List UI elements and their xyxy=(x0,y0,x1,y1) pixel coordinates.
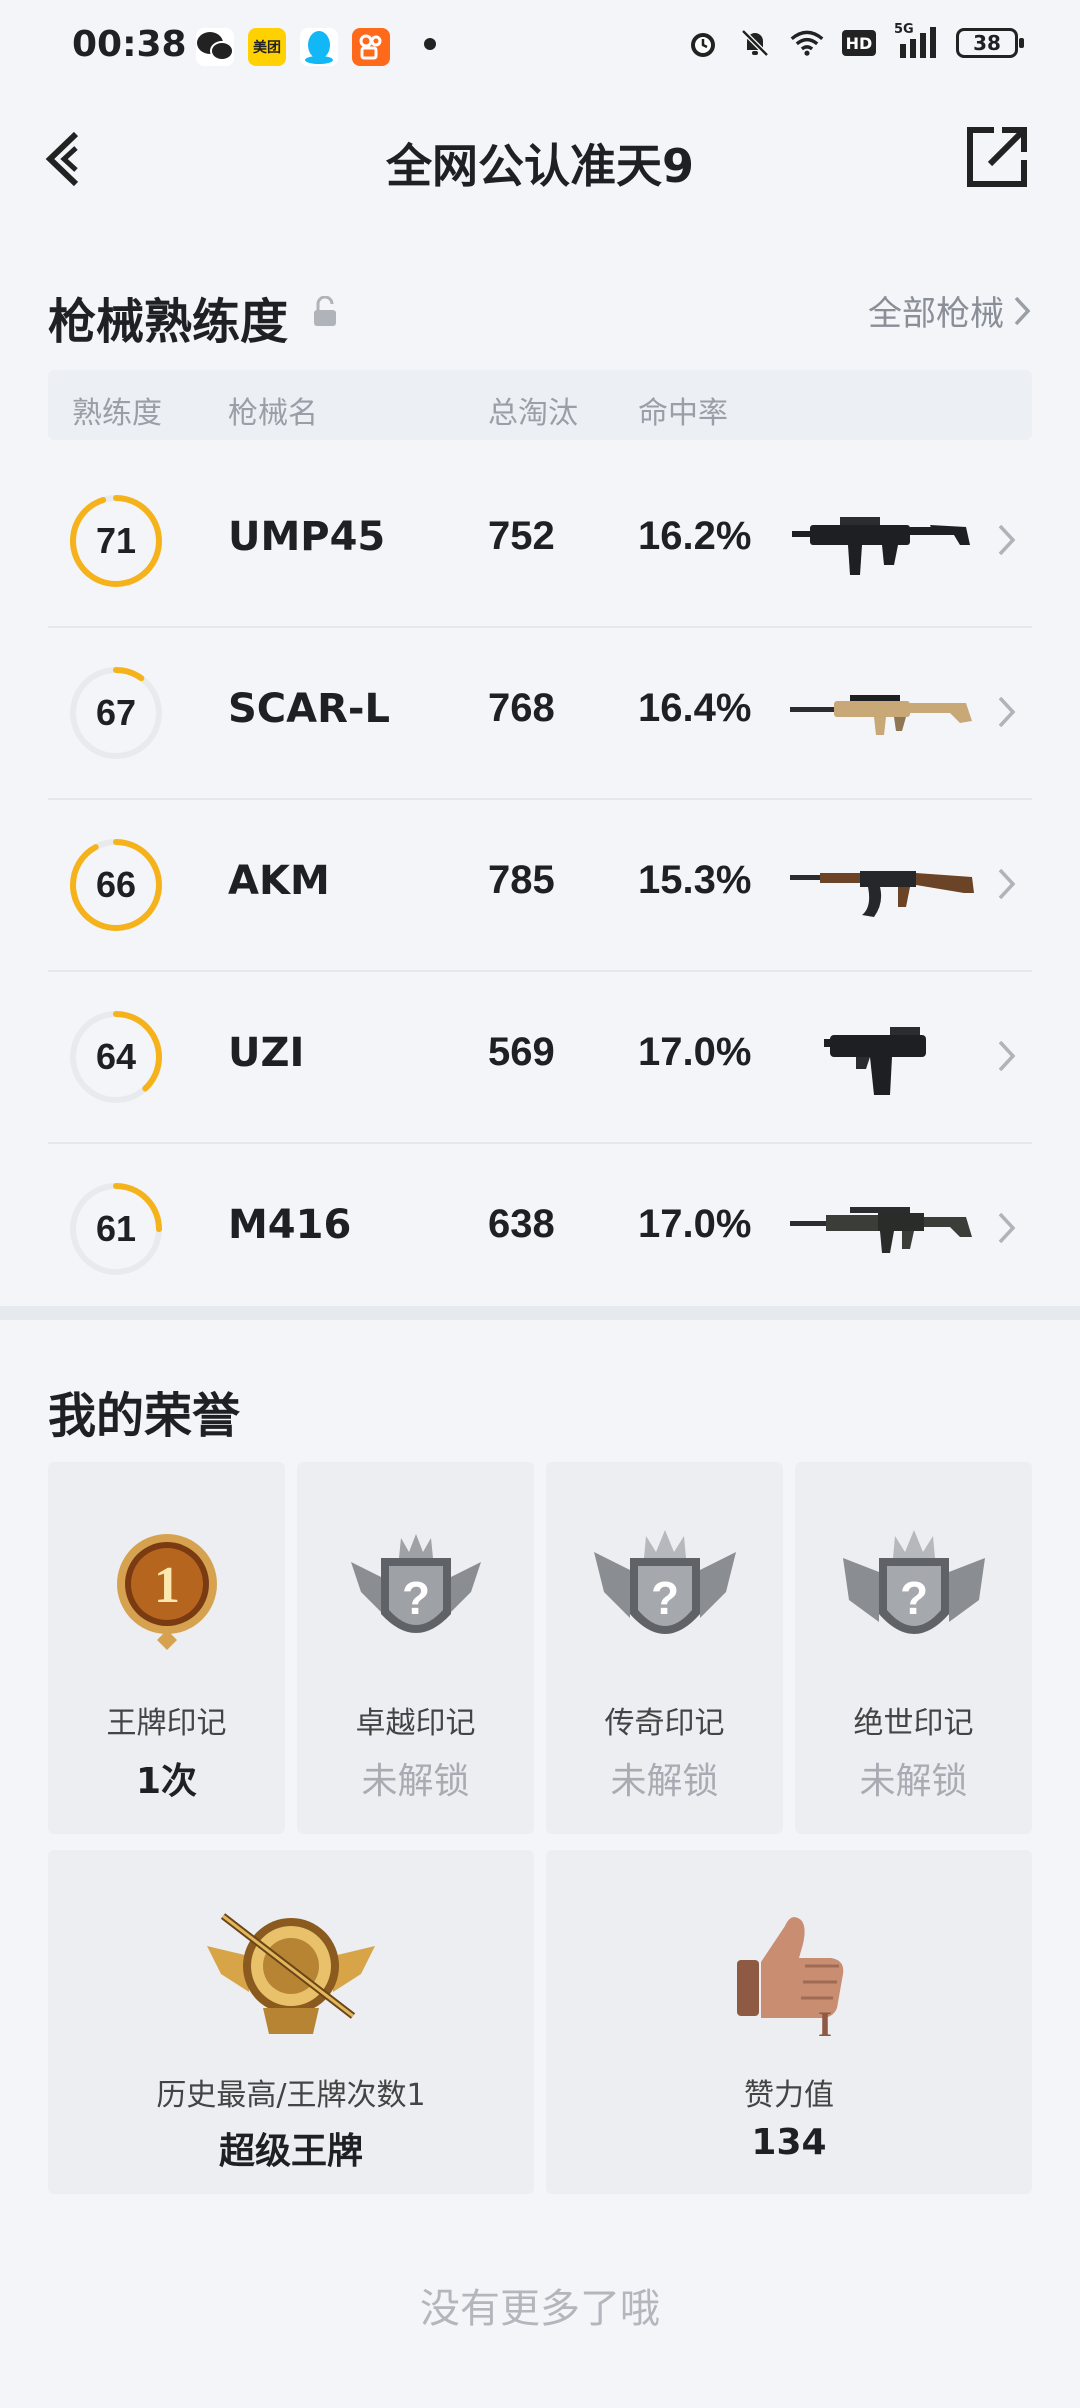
svg-text:1: 1 xyxy=(154,1557,180,1614)
share-button[interactable] xyxy=(962,122,1032,192)
super-ace-emblem-icon xyxy=(207,1913,375,2034)
proficiency-value: 61 xyxy=(95,1208,137,1249)
stat-card-likes[interactable]: I 赞力值 134 xyxy=(546,1850,1032,2194)
weapon-table-header: 熟练度 枪械名 总淘汰 命中率 xyxy=(48,370,1032,440)
all-weapons-link[interactable]: 全部枪械 xyxy=(868,286,1032,335)
col-kills: 总淘汰 xyxy=(488,396,578,431)
weapon-name: UMP45 xyxy=(228,514,386,560)
thumbs-up-icon: I xyxy=(737,1917,844,2044)
weapon-hit-rate: 17.0% xyxy=(638,1202,752,1246)
status-time: 00:38 xyxy=(72,24,187,65)
weapon-row-ump45[interactable]: 71 UMP45 752 16.2% xyxy=(48,456,1032,628)
mute-icon xyxy=(738,26,772,60)
honor-name: 传奇印记 xyxy=(604,1706,725,1741)
honor-card-peerless[interactable]: ? 绝世印记 未解锁 xyxy=(795,1462,1032,1834)
proficiency-value: 64 xyxy=(95,1036,137,1077)
stat-value: 134 xyxy=(751,2122,827,2163)
stat-card-highest-tier[interactable]: 历史最高/王牌次数1 超级王牌 xyxy=(48,1850,534,2194)
app-header: 全网公认准天9 xyxy=(0,96,1080,220)
all-weapons-label: 全部枪械 xyxy=(868,294,1004,334)
status-icons: HD 5G 38 xyxy=(686,22,1024,60)
honor-value: 未解锁 xyxy=(610,1761,719,1802)
proficiency-value: 71 xyxy=(95,520,137,561)
honor-stats: 历史最高/王牌次数1 超级王牌 I 赞力值 134 xyxy=(48,1850,1032,2194)
status-bar: 00:38 美团 HD 5G 38 xyxy=(0,0,1080,96)
page-title: 全网公认准天9 xyxy=(385,139,694,193)
signal-icon: 5G xyxy=(894,22,938,60)
weapon-row-scar-l[interactable]: 67 SCAR-L 768 16.4% xyxy=(48,628,1032,800)
chevron-right-icon xyxy=(1014,296,1031,325)
weapon-row-uzi[interactable]: 64 UZI 569 17.0% xyxy=(48,972,1032,1144)
rifle-scar-l-icon xyxy=(790,695,972,735)
smg-ump45-icon xyxy=(792,517,970,575)
weapon-kills: 785 xyxy=(488,858,555,902)
section-divider xyxy=(0,1306,1080,1320)
weapon-name: UZI xyxy=(228,1030,305,1076)
battery-indicator: 38 xyxy=(956,28,1024,58)
weapon-kills: 569 xyxy=(488,1030,555,1074)
svg-text:?: ? xyxy=(401,1572,429,1624)
notification-dot xyxy=(424,38,436,50)
chevron-right-icon xyxy=(998,1212,1016,1244)
svg-text:?: ? xyxy=(899,1572,927,1624)
honor-value: 未解锁 xyxy=(361,1761,470,1802)
honors-section-title: 我的荣誉 xyxy=(48,1388,241,1444)
smg-uzi-icon xyxy=(824,1027,926,1095)
weapon-name: M416 xyxy=(228,1202,352,1248)
chevron-right-icon xyxy=(998,524,1016,556)
col-hit-rate: 命中率 xyxy=(638,396,728,431)
honor-card-excellence[interactable]: ? 卓越印记 未解锁 xyxy=(297,1462,534,1834)
honor-card-legend[interactable]: ? 传奇印记 未解锁 xyxy=(546,1462,783,1834)
col-proficiency: 熟练度 xyxy=(72,396,162,431)
no-more-footer: 没有更多了哦 xyxy=(420,2286,660,2332)
alarm-icon xyxy=(686,26,720,60)
honor-name: 绝世印记 xyxy=(853,1706,974,1741)
locked-shield-icon: ? xyxy=(842,1530,985,1634)
hd-icon: HD xyxy=(842,30,876,56)
honor-name: 王牌印记 xyxy=(106,1706,227,1741)
wechat-icon xyxy=(196,28,234,66)
weapon-kills: 768 xyxy=(488,686,555,730)
stat-label: 赞力值 xyxy=(744,2078,834,2113)
weapon-hit-rate: 16.2% xyxy=(638,514,752,558)
weapon-hit-rate: 16.4% xyxy=(638,686,752,730)
stat-value: 超级王牌 xyxy=(218,2131,363,2172)
svg-text:I: I xyxy=(818,2004,832,2044)
weapon-name: AKM xyxy=(228,858,330,904)
weapon-list: 71 UMP45 752 16.2% 67 SCAR-L 768 16.4% 6… xyxy=(48,456,1032,1314)
honor-marks: 1 王牌印记 1次 ? 卓越印记 未解锁 ? 传奇印记 未解锁 ? 绝世印记 未… xyxy=(48,1462,1032,1834)
weapon-row-akm[interactable]: 66 AKM 785 15.3% xyxy=(48,800,1032,972)
honor-value: 1次 xyxy=(135,1761,198,1802)
kuaishou-icon xyxy=(352,28,390,66)
weapon-hit-rate: 17.0% xyxy=(638,1030,752,1074)
qq-icon xyxy=(300,28,338,66)
weapon-name: SCAR-L xyxy=(228,686,391,732)
weapon-kills: 752 xyxy=(488,514,555,558)
ace-medal-icon: 1 xyxy=(116,1534,217,1650)
col-name: 枪械名 xyxy=(228,396,318,431)
chevron-right-icon xyxy=(998,1040,1016,1072)
rifle-m416-icon xyxy=(790,1207,972,1253)
rifle-akm-icon xyxy=(790,871,974,917)
locked-shield-icon: ? xyxy=(593,1530,736,1634)
svg-text:?: ? xyxy=(650,1572,678,1624)
chevron-right-icon xyxy=(998,696,1016,728)
honor-name: 卓越印记 xyxy=(355,1706,476,1741)
locked-shield-icon: ? xyxy=(350,1534,481,1633)
chevron-right-icon xyxy=(998,868,1016,900)
wifi-icon xyxy=(790,26,824,60)
weapon-kills: 638 xyxy=(488,1202,555,1246)
honor-card-ace[interactable]: 1 王牌印记 1次 xyxy=(48,1462,285,1834)
stat-label: 历史最高/王牌次数1 xyxy=(156,2078,426,2113)
proficiency-value: 66 xyxy=(95,864,137,905)
honor-value: 未解锁 xyxy=(859,1761,968,1802)
meituan-icon: 美团 xyxy=(248,28,286,66)
weapon-hit-rate: 15.3% xyxy=(638,858,752,902)
share-icon xyxy=(967,127,1027,187)
weapon-row-m416[interactable]: 61 M416 638 17.0% xyxy=(48,1144,1032,1314)
proficiency-value: 67 xyxy=(95,692,137,733)
weapon-section-title: 枪械熟练度 xyxy=(48,294,289,350)
lock-open-icon[interactable] xyxy=(312,296,338,328)
